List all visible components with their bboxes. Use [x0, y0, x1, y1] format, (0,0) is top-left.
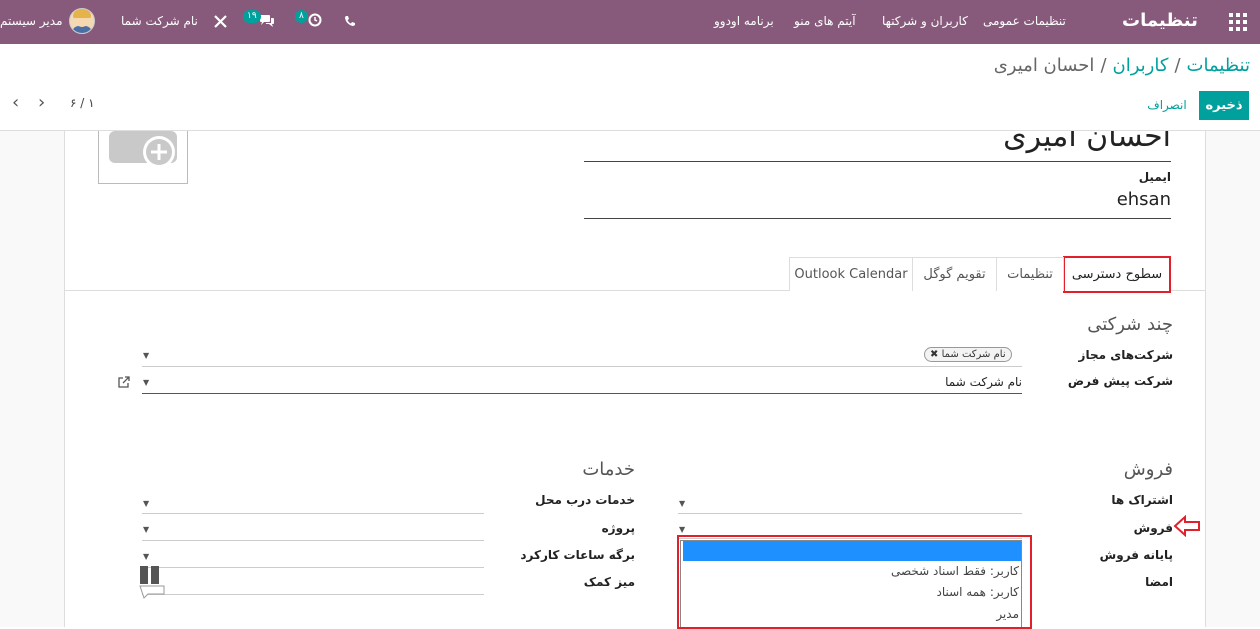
- chevron-down-icon[interactable]: ▼: [679, 525, 685, 534]
- services-section-title: خدمات: [582, 459, 635, 480]
- chevron-down-icon[interactable]: ▼: [143, 525, 149, 534]
- name-underline: [584, 161, 1171, 162]
- email-field[interactable]: ehsan: [1117, 189, 1171, 210]
- breadcrumb-parent[interactable]: کاربران: [1113, 55, 1169, 76]
- helpdesk-label: میز کمک: [583, 575, 635, 589]
- user-name-field[interactable]: احسان امیری: [1003, 131, 1171, 154]
- top-navbar: تنظیمات تنظیمات عمومی کاربران و شرکتها آ…: [0, 0, 1260, 44]
- user-avatar[interactable]: [69, 8, 95, 34]
- activity-count-badge: ۸: [295, 10, 308, 23]
- save-button[interactable]: ذخیره: [1199, 91, 1249, 120]
- email-underline: [584, 218, 1171, 219]
- phone-icon[interactable]: [344, 0, 356, 44]
- sign-label: امضا: [1145, 575, 1173, 589]
- default-company-field[interactable]: نام شرکت شما: [945, 375, 1022, 389]
- chevron-down-icon[interactable]: ▼: [143, 378, 149, 387]
- chevron-down-icon[interactable]: ▼: [143, 351, 149, 360]
- field-underline: [142, 513, 484, 514]
- email-label: ایمیل: [1138, 170, 1171, 184]
- menu-odoo-app[interactable]: برنامه اودوو: [714, 0, 774, 44]
- menu-menu-items[interactable]: آیتم های منو: [794, 0, 856, 44]
- field-underline: [142, 594, 484, 595]
- pager-next-icon[interactable]: ›: [38, 94, 45, 112]
- allowed-companies-label: شرکت‌های مجاز: [1078, 348, 1173, 362]
- tab-access-rights[interactable]: سطوح دسترسی: [1063, 256, 1171, 293]
- breadcrumb-root[interactable]: تنظیمات: [1187, 55, 1250, 76]
- messages-icon[interactable]: [259, 0, 275, 44]
- chevron-down-icon[interactable]: ▼: [679, 499, 685, 508]
- tab-google-calendar[interactable]: تقویم گوگل: [912, 257, 997, 291]
- field-underline: [142, 393, 1022, 394]
- breadcrumb: تنظیمات/کاربران/احسان امیری: [994, 55, 1250, 76]
- menu-general-settings[interactable]: تنظیمات عمومی: [983, 0, 1066, 44]
- pos-label: پایانه فروش: [1099, 548, 1173, 562]
- default-company-label: شرکت پیش فرض: [1067, 374, 1173, 388]
- activity-clock-icon[interactable]: [308, 0, 322, 44]
- form-sheet: احسان امیری ایمیل ehsan سطوح دسترسی تنظی…: [64, 131, 1206, 627]
- company-tag-label: نام شرکت شما: [941, 349, 1006, 360]
- user-menu[interactable]: مدیر سیستم: [0, 0, 63, 44]
- project-label: پروژه: [601, 521, 635, 535]
- breadcrumb-current: احسان امیری: [993, 55, 1095, 76]
- highlight-arrow-icon: [1173, 514, 1201, 540]
- company-tag[interactable]: ✖ نام شرکت شما: [924, 347, 1012, 362]
- tab-preferences[interactable]: تنظیمات: [996, 257, 1064, 291]
- field-underline: [142, 366, 1022, 367]
- pager-value[interactable]: ۶ / ۱: [70, 96, 95, 110]
- highlight-frame: [677, 535, 1032, 629]
- menu-users-companies[interactable]: کاربران و شرکتها: [882, 0, 968, 44]
- tag-remove-icon[interactable]: ✖: [930, 349, 938, 360]
- breadcrumb-separator: /: [1100, 55, 1107, 76]
- field-underline: [142, 540, 484, 541]
- breadcrumb-separator: /: [1174, 55, 1181, 76]
- field-underline: [142, 567, 484, 568]
- field-service-label: خدمات درب محل: [535, 493, 635, 507]
- sales-section-title: فروش: [1123, 459, 1173, 480]
- app-title[interactable]: تنظیمات: [1122, 0, 1198, 44]
- avatar-upload[interactable]: [98, 131, 188, 184]
- timesheets-label: برگه ساعات کارکرد: [520, 548, 635, 562]
- multi-company-title: چند شرکتی: [1087, 314, 1173, 335]
- messages-count-badge: ۱۹: [243, 10, 261, 23]
- chevron-down-icon[interactable]: ▼: [143, 499, 149, 508]
- sales-label: فروش: [1133, 521, 1173, 535]
- tab-outlook-calendar[interactable]: Outlook Calendar: [789, 257, 913, 291]
- debug-tools-icon[interactable]: [214, 0, 227, 44]
- field-underline: [678, 513, 1022, 514]
- pager-previous-icon[interactable]: ‹: [12, 94, 19, 112]
- external-link-icon[interactable]: [118, 376, 130, 391]
- watermark-logo-icon: [138, 560, 166, 603]
- apps-menu-icon[interactable]: [1229, 0, 1247, 44]
- discard-button[interactable]: انصراف: [1143, 91, 1191, 120]
- company-switcher[interactable]: نام شرکت شما: [121, 0, 198, 44]
- subscriptions-label: اشتراک ها: [1111, 493, 1173, 507]
